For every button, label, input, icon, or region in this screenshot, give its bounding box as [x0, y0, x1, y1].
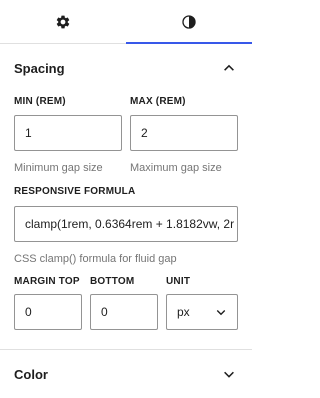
chevron-down-icon	[215, 306, 227, 318]
min-rem-label: MIN (REM)	[14, 96, 66, 107]
gear-icon	[55, 14, 71, 30]
spacing-section-toggle[interactable]: Spacing	[0, 44, 252, 92]
max-rem-input[interactable]: 2	[130, 115, 238, 151]
tab-bar	[0, 0, 252, 44]
bottom-input[interactable]: 0	[90, 294, 158, 330]
responsive-formula-label: RESPONSIVE FORMULA	[14, 186, 136, 197]
bottom-label: BOTTOM	[90, 276, 135, 287]
settings-panel: Spacing MIN (REM) MAX (REM) 1 2 Minimum …	[0, 0, 252, 398]
spacing-section-title: Spacing	[14, 60, 65, 76]
margin-top-input[interactable]: 0	[14, 294, 82, 330]
tab-settings[interactable]	[0, 0, 126, 43]
responsive-formula-input[interactable]: clamp(1rem, 0.6364rem + 1.8182vw, 2r	[14, 206, 238, 242]
unit-select-value: px	[177, 305, 190, 319]
margin-top-label: MARGIN TOP	[14, 276, 80, 287]
max-rem-label: MAX (REM)	[130, 96, 186, 107]
tab-styles[interactable]	[126, 0, 252, 44]
color-section-toggle[interactable]: Color	[0, 350, 252, 398]
chevron-down-icon	[222, 367, 236, 381]
half-circle-styles-icon	[181, 14, 197, 30]
max-gap-help: Maximum gap size	[130, 162, 222, 174]
chevron-up-icon	[222, 61, 236, 75]
min-gap-help: Minimum gap size	[14, 162, 103, 174]
unit-select[interactable]: px	[166, 294, 238, 330]
unit-label: UNIT	[166, 276, 191, 287]
min-rem-input[interactable]: 1	[14, 115, 122, 151]
formula-help: CSS clamp() formula for fluid gap	[14, 253, 177, 265]
color-section-title: Color	[14, 366, 48, 382]
